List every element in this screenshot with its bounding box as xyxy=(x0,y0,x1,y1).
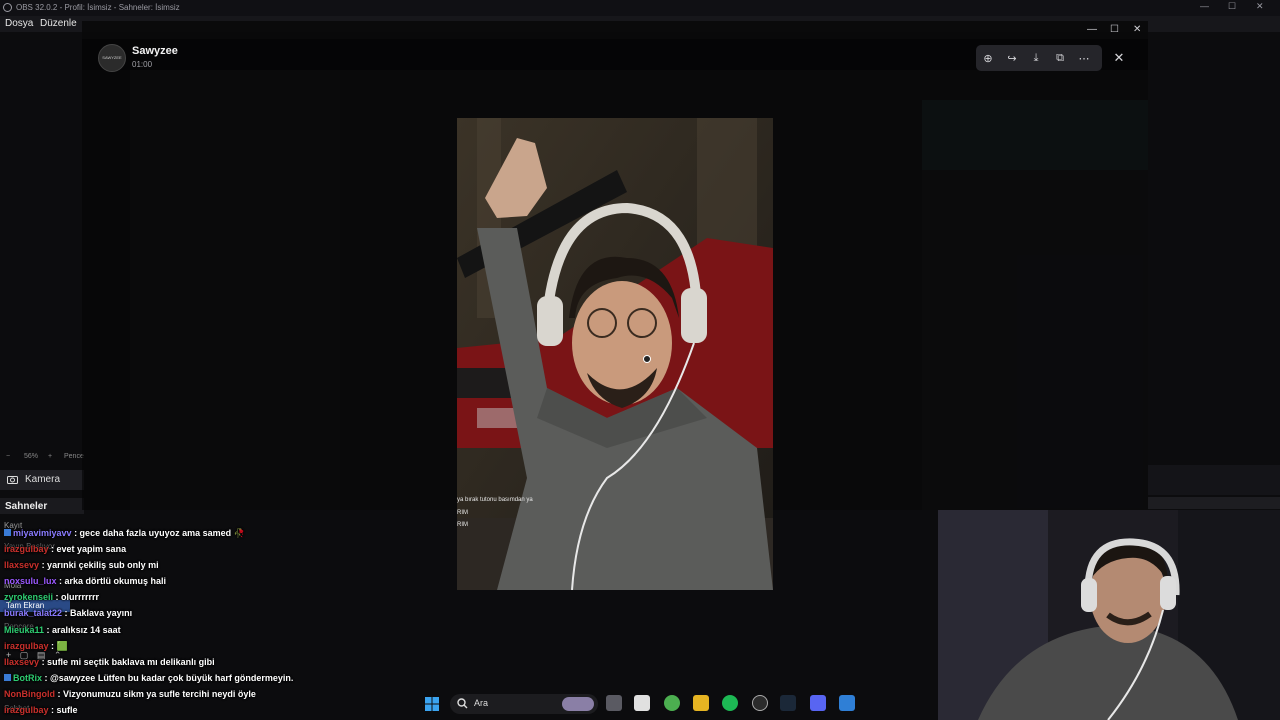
obs-logo-icon xyxy=(3,3,12,12)
chat-user: BotRix xyxy=(13,673,42,683)
store-icon[interactable] xyxy=(634,695,650,711)
chat-overlay: miyavimiyavv : gece daha fazla uyuyoz am… xyxy=(0,524,330,720)
download-icon[interactable]: ⤓ xyxy=(1024,45,1048,71)
chat-user: irazgulbay xyxy=(4,544,49,554)
scenes-header: Sahneler xyxy=(0,498,84,514)
chat-user: noxsulu_lux xyxy=(4,576,57,586)
chat-message: zyrokenseii : olurrrrrrr xyxy=(4,592,99,602)
viewer-minimize-button[interactable]: — xyxy=(1087,24,1097,35)
app-icon[interactable] xyxy=(839,695,855,711)
menu-dosya[interactable]: Dosya xyxy=(5,18,33,29)
search-highlight-icon[interactable] xyxy=(562,697,594,711)
chat-text: : sufle xyxy=(51,705,78,715)
obs-app-icon[interactable] xyxy=(752,695,768,711)
scenes-title: Sahneler xyxy=(5,501,48,512)
source-kamera[interactable]: Kamera xyxy=(0,470,84,490)
obs-window-title: OBS 32.0.2 - Profil: İsimsiz - Sahneler:… xyxy=(16,3,180,12)
forward-icon[interactable]: ↪ xyxy=(1000,45,1024,71)
chat-text: : gece daha fazla uyuyoz ama samed 🥀 xyxy=(74,528,245,538)
chat-message: irazgulbay : 🟩 xyxy=(4,641,68,652)
zoom-level: 56% xyxy=(24,453,39,460)
viewer-maximize-button[interactable]: ☐ xyxy=(1110,24,1119,35)
open-external-icon[interactable]: ⧉ xyxy=(1048,45,1072,71)
chat-user: irazgulbay xyxy=(4,641,49,651)
chat-message: NonBingold : Vizyonumuzu sikm ya sufle t… xyxy=(4,689,256,699)
task-view-icon[interactable] xyxy=(606,695,622,711)
viewer-toolbar: ⊕ ↪ ⤓ ⧉ ⋯ xyxy=(976,45,1102,71)
chat-message: irazgulbay : evet yapim sana xyxy=(4,544,126,554)
chat-text: : Vizyonumuzu sikm ya sufle tercihi neyd… xyxy=(57,689,256,699)
menu-duzenle[interactable]: Düzenle xyxy=(40,18,77,29)
maximize-button[interactable]: ☐ xyxy=(1228,1,1236,12)
chat-user: miyavimiyavv xyxy=(13,528,72,538)
chat-message: burak_talat22 : Baklava yayını xyxy=(4,608,132,618)
more-options-icon[interactable]: ⋯ xyxy=(1072,45,1096,71)
discord-icon[interactable] xyxy=(810,695,826,711)
preview-zoom: − 56% + Pence xyxy=(0,452,90,464)
chat-user: zyrokenseii xyxy=(4,592,54,602)
source-label: Kamera xyxy=(25,474,61,485)
search-icon xyxy=(457,698,468,709)
chat-text: : aralıksız 14 saat xyxy=(46,625,121,635)
chat-user: burak_talat22 xyxy=(4,608,63,618)
chat-message: llaxsevy : yarınki çekiliş sub only mi xyxy=(4,560,159,570)
file-explorer-icon[interactable] xyxy=(693,695,709,711)
mouse-cursor-icon xyxy=(643,355,651,363)
obs-right-panel-header xyxy=(1148,497,1280,509)
chat-message: miyavimiyavv : gece daha fazla uyuyoz am… xyxy=(4,528,245,539)
chat-text: : olurrrrrrr xyxy=(55,592,100,602)
zoom-out-button[interactable]: − xyxy=(6,453,10,460)
viewer-window-bar: — ☐ ✕ xyxy=(82,21,1148,39)
badge-icon xyxy=(4,674,11,681)
chat-text: : 🟩 xyxy=(51,641,68,651)
photo-text-line: RIM xyxy=(457,522,468,528)
chat-text: : sufle mi seçtik baklava mı delikanlı g… xyxy=(41,657,215,667)
avatar[interactable]: SAWYZEE xyxy=(98,44,126,72)
windows-start-icon[interactable] xyxy=(424,696,440,712)
obs-right-panel xyxy=(1148,465,1280,495)
photo-overlay-text: ya bırak tutonu basımdan ya RIM RIM xyxy=(457,494,577,532)
webcam-illustration xyxy=(938,510,1280,720)
chat-text: : arka dörtlü okumuş hali xyxy=(59,576,167,586)
author-timestamp: 01:00 xyxy=(132,60,153,69)
spotify-icon[interactable] xyxy=(722,695,738,711)
photo-text-line: RIM xyxy=(457,509,468,516)
chat-user: NonBingold xyxy=(4,689,55,699)
photo-text-line: ya bırak tutonu basımdan ya xyxy=(457,497,533,503)
chat-user: Mieuka11 xyxy=(4,625,45,635)
chat-user: irazgulbay xyxy=(4,705,49,715)
steam-icon[interactable] xyxy=(780,695,796,711)
viewer-close-window-button[interactable]: ✕ xyxy=(1133,24,1141,35)
chat-user: llaxsevy xyxy=(4,560,40,570)
chat-text: : yarınki çekiliş sub only mi xyxy=(41,560,159,570)
minimize-button[interactable]: — xyxy=(1200,1,1209,11)
obs-titlebar: OBS 32.0.2 - Profil: İsimsiz - Sahneler:… xyxy=(0,0,1280,16)
chat-message: BotRix : @sawyzee Lütfen bu kadar çok bü… xyxy=(4,673,293,683)
chat-message: irazgulbay : sufle xyxy=(4,705,78,715)
chat-text: : @sawyzee Lütfen bu kadar çok büyük har… xyxy=(44,673,294,683)
zoom-extra: Pence xyxy=(64,453,84,460)
chat-text: : Baklava yayını xyxy=(64,608,133,618)
zoom-in-icon[interactable]: ⊕ xyxy=(976,45,1000,71)
zoom-in-button[interactable]: + xyxy=(48,453,52,460)
chat-message: llaxsevy : sufle mi seçtik baklava mı de… xyxy=(4,657,215,667)
avatar-text: SAWYZEE xyxy=(102,55,122,60)
author-name: Sawyzee xyxy=(132,45,178,57)
webcam-feed xyxy=(938,510,1280,720)
camera-icon xyxy=(7,476,18,484)
chat-message: noxsulu_lux : arka dörtlü okumuş hali xyxy=(4,576,166,586)
chat-user: llaxsevy xyxy=(4,657,40,667)
badge-icon xyxy=(4,529,11,536)
chat-text: : evet yapim sana xyxy=(51,544,127,554)
chrome-icon[interactable] xyxy=(664,695,680,711)
close-viewer-button[interactable]: ✕ xyxy=(1107,45,1131,71)
close-window-button[interactable]: ✕ xyxy=(1256,1,1264,12)
search-placeholder: Ara xyxy=(474,698,489,708)
chat-message: Mieuka11 : aralıksız 14 saat xyxy=(4,625,121,635)
